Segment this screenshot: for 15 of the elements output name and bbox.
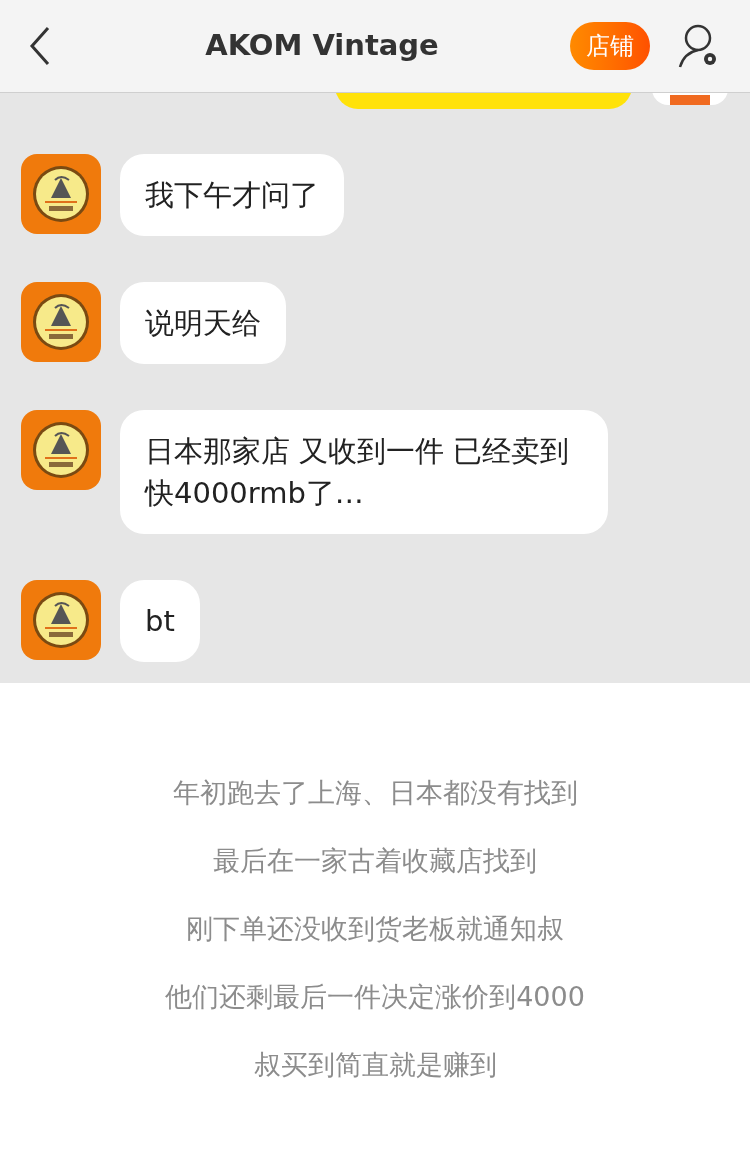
shop-logo-icon (21, 154, 101, 234)
shop-logo-icon (21, 282, 101, 362)
caption-line: 最后在一家古着收藏店找到 (213, 844, 537, 878)
chat-title: AKOM Vintage (205, 27, 439, 65)
caption-line: 年初跑去了上海、日本都没有找到 (172, 776, 578, 810)
shop-logo-icon (21, 580, 101, 660)
caption-line: 他们还剩最后一件决定涨价到4000 (165, 980, 585, 1014)
shop-button[interactable]: 店铺 (570, 22, 650, 70)
message-bubble: 日本那家店 又收到一件 已经卖到快4000rmb了… (120, 410, 608, 534)
message-bubble: 说明天给 (120, 282, 286, 364)
caption-line: 叔买到简直就是赚到 (253, 1048, 497, 1082)
message-bubble: bt (120, 580, 200, 662)
message-bubble: 我下午才问了 (120, 154, 344, 236)
shop-logo-icon (21, 410, 101, 490)
caption-line: 刚下单还没收到货老板就通知叔 (186, 912, 564, 946)
